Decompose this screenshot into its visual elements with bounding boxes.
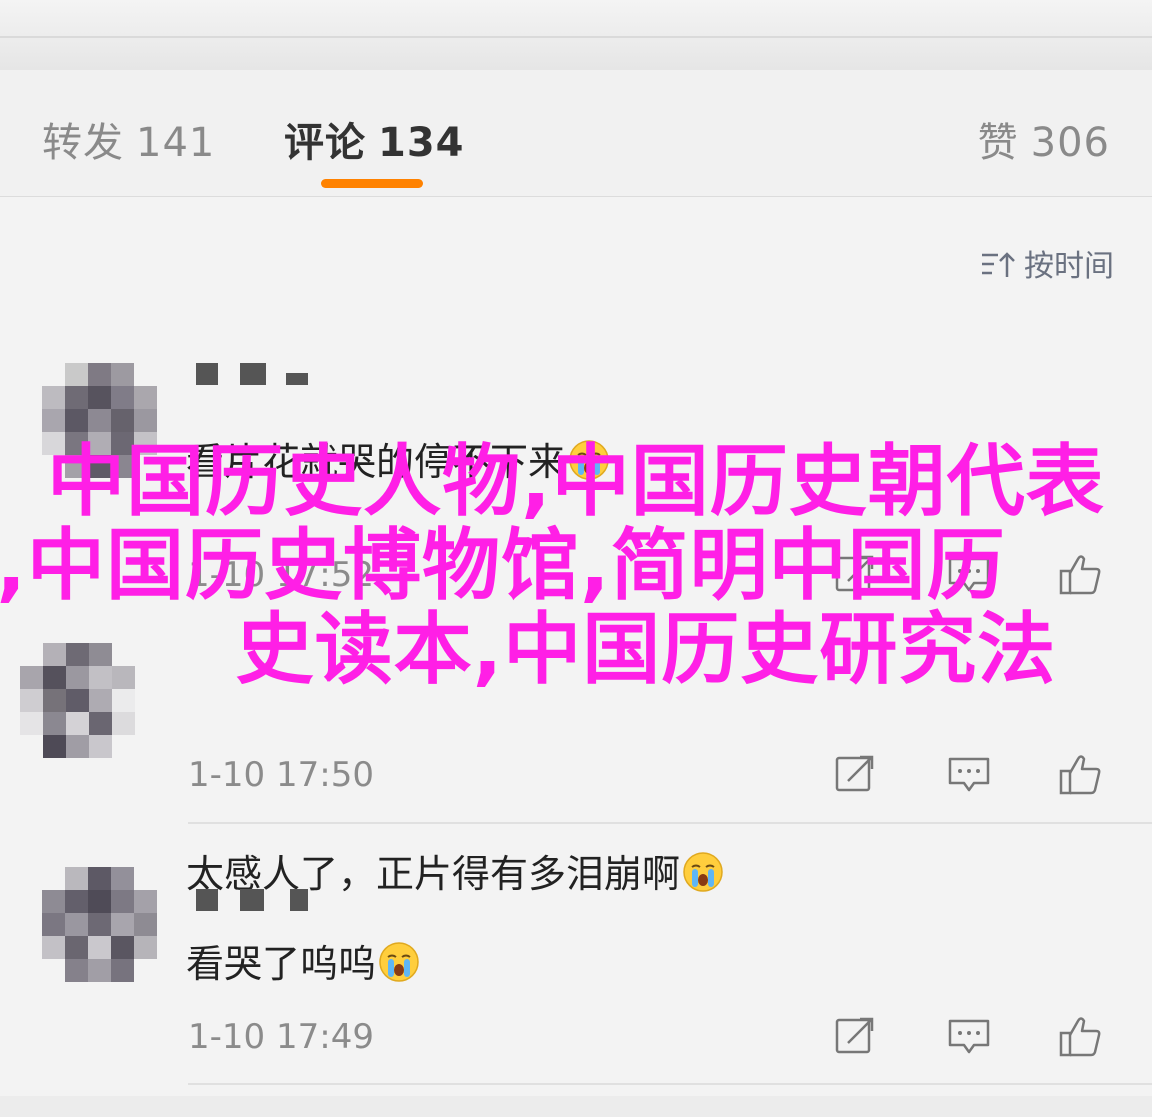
avatar[interactable] <box>42 867 157 982</box>
tab-comments[interactable]: 评论 134 <box>284 110 465 168</box>
overlay-line-3: 史读本,中国历史研究法 <box>235 605 1057 695</box>
like-icon[interactable] <box>1058 1013 1104 1059</box>
overlay-line-2: ,中国历史博物馆,简明中国历 <box>0 521 1006 611</box>
tab-reposts-count: 141 <box>136 120 216 166</box>
sort-by-time-button[interactable]: 按时间 <box>980 241 1114 288</box>
sort-label: 按时间 <box>1024 249 1114 284</box>
tab-likes-label: 赞 <box>977 120 1019 166</box>
reply-icon[interactable] <box>946 751 992 797</box>
crying-emoji <box>378 941 420 992</box>
overlay-line-1: 中国历史人物,中国历史朝代表 <box>47 437 1105 527</box>
share-icon[interactable] <box>832 1013 878 1059</box>
tab-bar: 转发 141 评论 134 赞 306 <box>0 70 1152 197</box>
comment-text-content: 看哭了呜呜 <box>186 942 377 986</box>
reply-icon[interactable] <box>946 1013 992 1059</box>
share-icon[interactable] <box>832 751 878 797</box>
active-tab-indicator <box>321 179 423 188</box>
top-status-strip <box>0 0 1152 71</box>
tab-comments-count: 134 <box>378 120 465 166</box>
comment-item: 看哭了呜呜 1-10 17:49 <box>0 867 1152 1117</box>
tab-likes[interactable]: 赞 306 <box>978 110 1110 168</box>
tab-comments-label: 评论 <box>284 120 366 166</box>
overlay-title-text: 中国历史人物,中国历史朝代表 ,中国历史博物馆,简明中国历 史读本,中国历史研究… <box>0 440 1152 692</box>
comment-time: 1-10 17:50 <box>188 755 374 795</box>
sort-icon <box>980 250 1020 288</box>
like-icon[interactable] <box>1058 751 1104 797</box>
tab-reposts[interactable]: 转发 141 <box>42 110 215 168</box>
tab-likes-count: 306 <box>1030 120 1110 166</box>
comment-time: 1-10 17:49 <box>188 1017 374 1057</box>
tab-reposts-label: 转发 <box>42 120 124 166</box>
comment-text: 看哭了呜呜 <box>186 933 420 992</box>
